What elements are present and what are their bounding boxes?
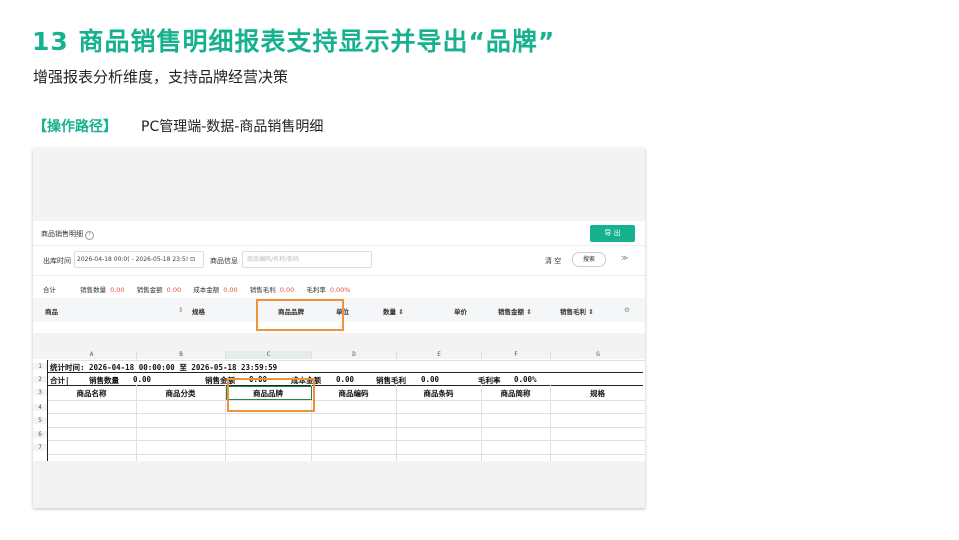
export-button[interactable]: 导 出 [590,225,635,242]
col-letter: C [226,351,312,359]
help-icon[interactable]: ? [85,231,94,240]
amount-value: 0.00 [166,286,182,294]
profit-label: 销售毛利 [249,286,276,294]
col-letter: F [482,351,551,359]
sheet-profit-value: 0.00 [421,375,440,384]
col-spec[interactable]: 规格 [192,306,205,316]
row-number: 2 [33,376,47,383]
operation-path-text: PC管理端-数据-商品销售明细 [141,119,324,135]
col-letter: G [551,351,645,359]
search-button[interactable]: 搜索 [572,252,606,267]
grid-line [47,360,645,361]
row-number: 6 [33,431,47,438]
col-letter: A [47,351,137,359]
sheet-rate-label: 毛利率 [478,376,501,385]
profit-value: 0.00 [279,286,295,294]
sheet-header-cell: 商品名称 [76,389,107,398]
totals-label: 合计 [43,286,56,294]
grid-line [47,360,48,461]
sheet-header-cell: 商品条码 [423,389,454,398]
row-number: 5 [33,417,47,424]
sheet-header-cell: 商品编码 [338,389,369,398]
qty-value: 0.00 [110,286,125,294]
col-sales-amount[interactable]: 销售金额 ⇕ [498,306,532,316]
cost-value: 0.00 [223,286,238,294]
sheet-qty-value: 0.00 [133,375,152,384]
brand-column-highlight-sheet [227,378,315,412]
col-goods[interactable]: 商品 [45,306,58,316]
excel-export-preview: A B C D E F G 1 2 3 4 5 6 7 统计时间: 2026-0… [33,351,645,461]
rate-value: 0.00% [329,286,351,294]
date-range-picker[interactable]: 2026-04-18 00:0( - 2026-05-18 23:5! ⊡ [74,251,204,268]
row-number: 3 [33,389,47,396]
col-letter: D [312,351,397,359]
sheet-rate-value: 0.00% [514,375,537,384]
chevron-down-icon[interactable]: ≫ [621,254,628,262]
sheet-total-label: 合计| [50,376,70,385]
cost-label: 成本金额 [193,286,220,294]
panel-title: 商品销售明细? [41,229,94,240]
divider [33,245,645,246]
qty-label: 销售数量 [80,286,107,294]
operation-path-label: 【操作路径】 [33,119,117,135]
stat-time-cell: 统计时间: 2026-04-18 00:00:00 至 2026-05-18 2… [50,363,278,372]
sort-icon[interactable]: ⇕ [178,306,183,314]
amount-label: 销售金额 [136,286,163,294]
brand-column-highlight [256,299,344,331]
sheet-header-cell: 规格 [590,389,605,398]
row-number: 4 [33,404,47,411]
sheet-header-cell: 商品简称 [500,389,531,398]
col-letter: E [397,351,482,359]
col-price[interactable]: 单价 [454,306,467,316]
totals-bar: 合计 销售数量 0.00 销售金额 0.00 成本金额 0.00 销售毛利 0.00 毛… [43,284,360,294]
slide-title: 13 商品销售明细报表支持显示并导出“品牌” [32,27,556,56]
divider [33,275,645,276]
goods-label: 商品信息 [210,257,238,265]
col-letter: B [137,351,226,359]
date-label: 出库时间 [43,257,71,265]
slide-subtitle: 增强报表分析维度，支持品牌经营决策 [33,68,289,86]
sheet-qty-label: 销售数量 [89,376,119,385]
screenshot-frame: 商品销售明细? 导 出 出库时间 2026-04-18 00:0( - 2026… [33,148,645,508]
sheet-cost-value: 0.00 [336,375,355,384]
row-number: 7 [33,444,47,451]
goods-search-input[interactable]: 商品编码/名称/条码 [242,251,372,268]
col-qty[interactable]: 数量 ⇕ [383,306,404,316]
col-gross-profit[interactable]: 销售毛利 ⇕ [560,306,594,316]
sheet-profit-label: 销售毛利 [376,376,406,385]
gear-icon[interactable]: ⚙ [624,306,630,314]
panel-title-text: 商品销售明细 [41,230,83,238]
rate-label: 毛利率 [306,286,326,294]
corner-cell [33,351,48,359]
row-number: 1 [33,363,47,370]
sheet-header-cell: 商品分类 [165,389,196,398]
clear-button[interactable]: 清 空 [545,256,561,266]
